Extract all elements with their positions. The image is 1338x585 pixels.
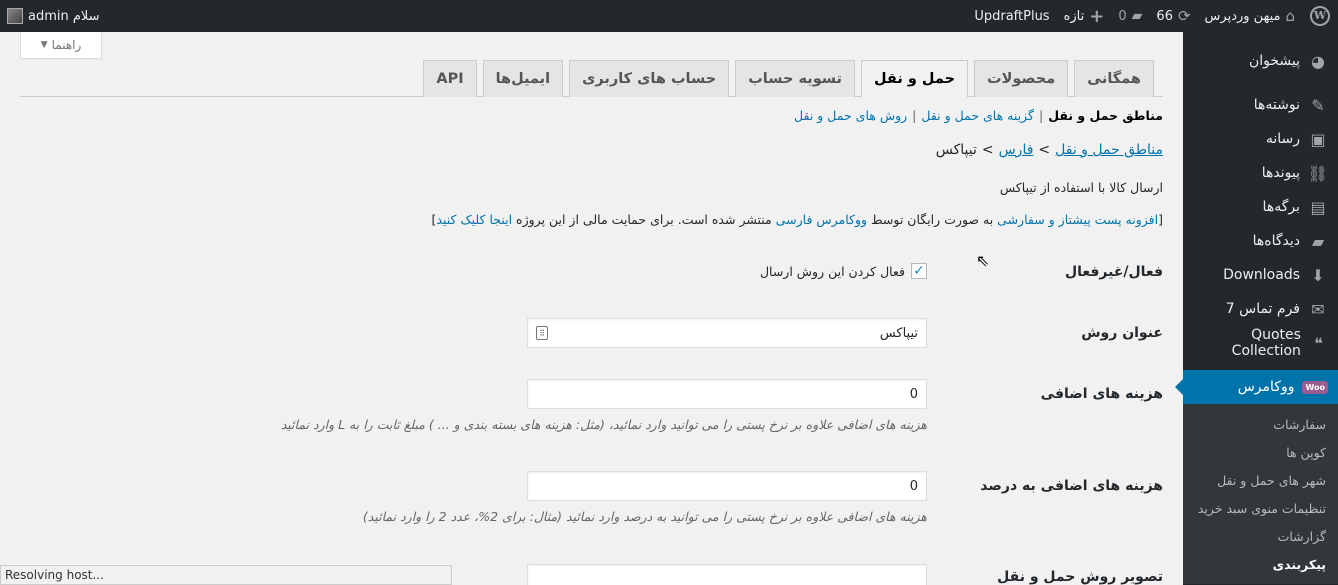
extra-cost-input[interactable]: 0 — [527, 379, 927, 409]
donate-link[interactable]: اینجا کلیک کنید — [436, 212, 512, 227]
settings-tabs: همگانی محصولات حمل و نقل تسویه حساب حساب… — [20, 60, 1163, 98]
shipping-image-label: تصویر روش حمل و نقل — [997, 569, 1163, 585]
title-input[interactable]: تیپاکس ⠿ — [527, 318, 927, 348]
tab-accounts[interactable]: حساب های کاربری — [569, 60, 730, 97]
tab-checkout[interactable]: تسویه حساب — [735, 60, 855, 97]
wordpress-icon: W — [1310, 6, 1330, 26]
extra-cost-label: هزینه های اضافی — [1040, 386, 1163, 402]
comment-icon: ▰ — [1311, 231, 1325, 251]
woocommerce-icon: Woo — [1302, 380, 1328, 394]
extra-cost-percent-hint: هزینه های اضافی علاوه بر نرخ پستی را می … — [362, 509, 927, 524]
title-label: عنوان روش — [1081, 325, 1163, 341]
plus-icon: + — [1089, 5, 1105, 27]
method-description: ارسال کالا با استفاده از تیپاکس — [999, 180, 1163, 195]
enable-label: فعال/غیرفعال — [1064, 264, 1163, 280]
quote-icon: ❝ — [1314, 333, 1323, 353]
enable-checkbox[interactable]: ✓ — [911, 263, 927, 279]
checkmark-icon: ✓ — [913, 263, 925, 279]
tab-api[interactable]: API — [423, 60, 477, 97]
download-icon: ⬇ — [1311, 265, 1325, 285]
submenu-shipping-cities[interactable]: شهر های حمل و نقل — [1183, 466, 1338, 494]
breadcrumb-shipping-zones[interactable]: مناطق حمل و نقل — [1055, 142, 1163, 158]
tab-emails[interactable]: ایمیل‌ها — [482, 60, 564, 97]
updates-link[interactable]: ⟳ 66 — [1149, 0, 1197, 32]
updraftplus-link[interactable]: UpdraftPlus — [967, 0, 1056, 32]
submenu-reports[interactable]: گزارشات — [1183, 522, 1338, 550]
sidebar-item-posts[interactable]: ✎ نوشته‌ها — [1183, 88, 1338, 122]
updates-icon: ⟳ — [1177, 7, 1191, 25]
shipping-image-input[interactable] — [527, 564, 927, 585]
extra-cost-hint: هزینه های اضافی علاوه بر نرخ پستی را می … — [280, 417, 927, 432]
sidebar-item-contact-form[interactable]: ✉ فرم تماس 7 — [1183, 292, 1338, 326]
tab-shipping[interactable]: حمل و نقل — [860, 60, 969, 98]
woocommerce-persian-link[interactable]: ووکامرس فارسی — [776, 212, 867, 227]
tab-general[interactable]: همگانی — [1074, 60, 1154, 97]
browser-status-bar: Resolving host... — [0, 565, 452, 585]
link-icon: ⛓ — [1307, 163, 1328, 183]
sidebar-item-media[interactable]: ▣ رسانه — [1183, 122, 1338, 156]
password-manager-icon[interactable]: ⠿ — [536, 326, 548, 340]
submenu-coupons[interactable]: کوپن ها — [1183, 438, 1338, 466]
wordpress-logo-button[interactable]: W — [1302, 0, 1338, 32]
sidebar-item-comments[interactable]: ▰ دیدگاه‌ها — [1183, 224, 1338, 258]
plugin-credit: [افزونه پست پیشتاز و سفارشی به صورت رایگ… — [431, 212, 1164, 227]
sidebar-item-woocommerce[interactable]: Woo ووکامرس — [1175, 370, 1338, 404]
breadcrumb: مناطق حمل و نقل > فارس > تیپاکس — [935, 142, 1163, 158]
sidebar-item-quotes[interactable]: ❝ Quotes Collection — [1183, 326, 1338, 360]
woocommerce-submenu: سفارشات کوپن ها شهر های حمل و نقل تنظیما… — [1183, 404, 1338, 584]
admin-sidebar: ◕ پیشخوان ✎ نوشته‌ها ▣ رسانه ⛓ پیوندها ▤… — [1175, 32, 1338, 585]
caret-down-icon: ▼ — [40, 40, 48, 50]
sidebar-item-pages[interactable]: ▤ برگه‌ها — [1183, 190, 1338, 224]
breadcrumb-current: تیپاکس — [935, 142, 977, 158]
pin-icon: ✎ — [1311, 95, 1325, 115]
tab-products[interactable]: محصولات — [974, 60, 1069, 97]
mouse-cursor-icon: ⇖ — [976, 251, 990, 270]
main-content: راهنما ▼ همگانی محصولات حمل و نقل تسویه … — [0, 32, 1183, 585]
site-name-link[interactable]: ⌂ میهن وردپرس — [1198, 0, 1302, 32]
subnav-shipping-methods[interactable]: روش های حمل و نقل — [794, 108, 907, 123]
comment-icon: ▰ — [1131, 8, 1143, 24]
avatar — [7, 8, 23, 24]
comments-link[interactable]: ▰ 0 — [1111, 0, 1149, 32]
page-icon: ▤ — [1310, 197, 1326, 217]
media-icon: ▣ — [1310, 129, 1326, 149]
submenu-orders[interactable]: سفارشات — [1183, 410, 1338, 438]
new-content-link[interactable]: + تازه — [1057, 0, 1112, 32]
subnav-shipping-options[interactable]: گزینه های حمل و نقل — [921, 108, 1034, 123]
dashboard-icon: ◕ — [1311, 51, 1325, 71]
admin-bar: W ⌂ میهن وردپرس ⟳ 66 ▰ 0 + تازه UpdraftP… — [0, 0, 1338, 32]
shipping-subnav: مناطق حمل و نقل | گزینه های حمل و نقل | … — [794, 108, 1163, 123]
sidebar-item-downloads[interactable]: ⬇ Downloads — [1183, 258, 1338, 292]
mail-icon: ✉ — [1311, 299, 1325, 319]
enable-checkbox-row: ✓ فعال کردن این روش ارسال — [760, 263, 927, 279]
extra-cost-percent-input[interactable]: 0 — [527, 471, 927, 501]
plugin-link[interactable]: افزونه پست پیشتاز و سفارشی — [997, 212, 1158, 227]
sidebar-item-dashboard[interactable]: ◕ پیشخوان — [1183, 44, 1338, 78]
home-icon: ⌂ — [1285, 7, 1295, 25]
submenu-cart-menu-settings[interactable]: تنظیمات منوی سبد خرید — [1183, 494, 1338, 522]
subnav-shipping-zones[interactable]: مناطق حمل و نقل — [1048, 108, 1163, 123]
help-tab-button[interactable]: راهنما ▼ — [20, 32, 102, 59]
sidebar-item-links[interactable]: ⛓ پیوندها — [1183, 156, 1338, 190]
my-account-link[interactable]: سلام admin — [0, 0, 107, 32]
breadcrumb-fars[interactable]: فارس — [999, 142, 1034, 158]
extra-cost-percent-label: هزینه های اضافی به درصد — [980, 478, 1163, 494]
submenu-settings[interactable]: پیکربندی — [1183, 550, 1338, 578]
